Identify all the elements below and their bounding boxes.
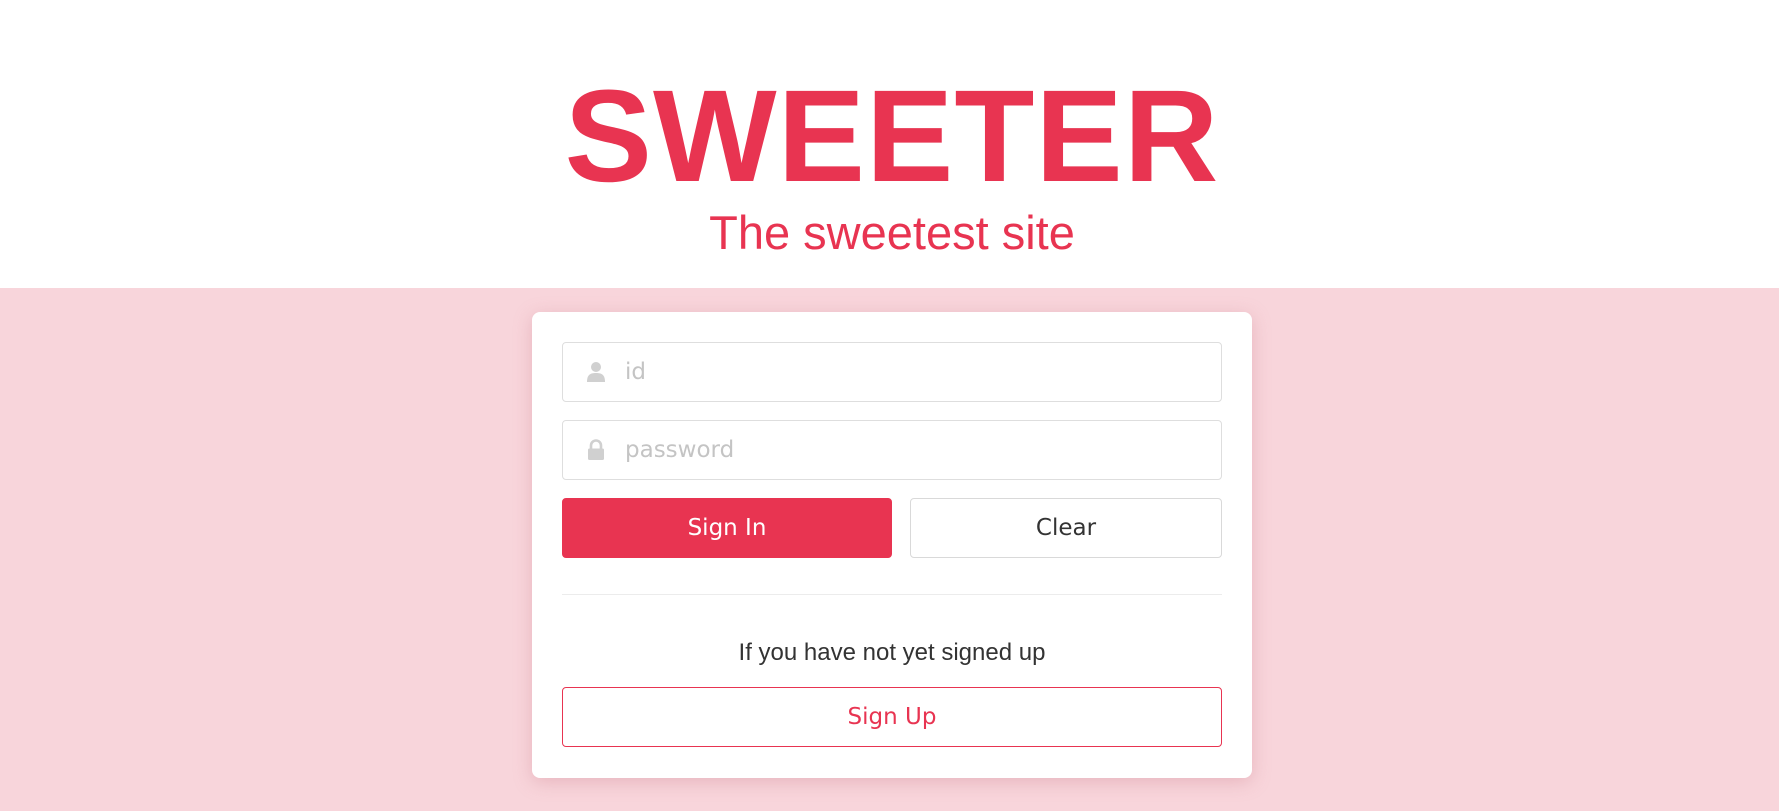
password-input[interactable] xyxy=(625,425,1205,475)
login-card: Sign In Clear If you have not yet signed… xyxy=(532,312,1252,778)
id-input[interactable] xyxy=(625,347,1205,397)
user-icon xyxy=(583,359,609,385)
sign-in-button[interactable]: Sign In xyxy=(562,498,892,558)
clear-button[interactable]: Clear xyxy=(910,498,1222,558)
password-field[interactable] xyxy=(562,420,1222,480)
tagline: The sweetest site xyxy=(709,206,1075,259)
header: SWEETER The sweetest site xyxy=(0,0,1779,288)
logo-title: SWEETER xyxy=(564,62,1220,209)
sign-up-button[interactable]: Sign Up xyxy=(562,687,1222,747)
id-field[interactable] xyxy=(562,342,1222,402)
signup-hint: If you have not yet signed up xyxy=(738,639,1046,666)
divider xyxy=(562,594,1222,595)
lock-icon xyxy=(583,437,609,463)
